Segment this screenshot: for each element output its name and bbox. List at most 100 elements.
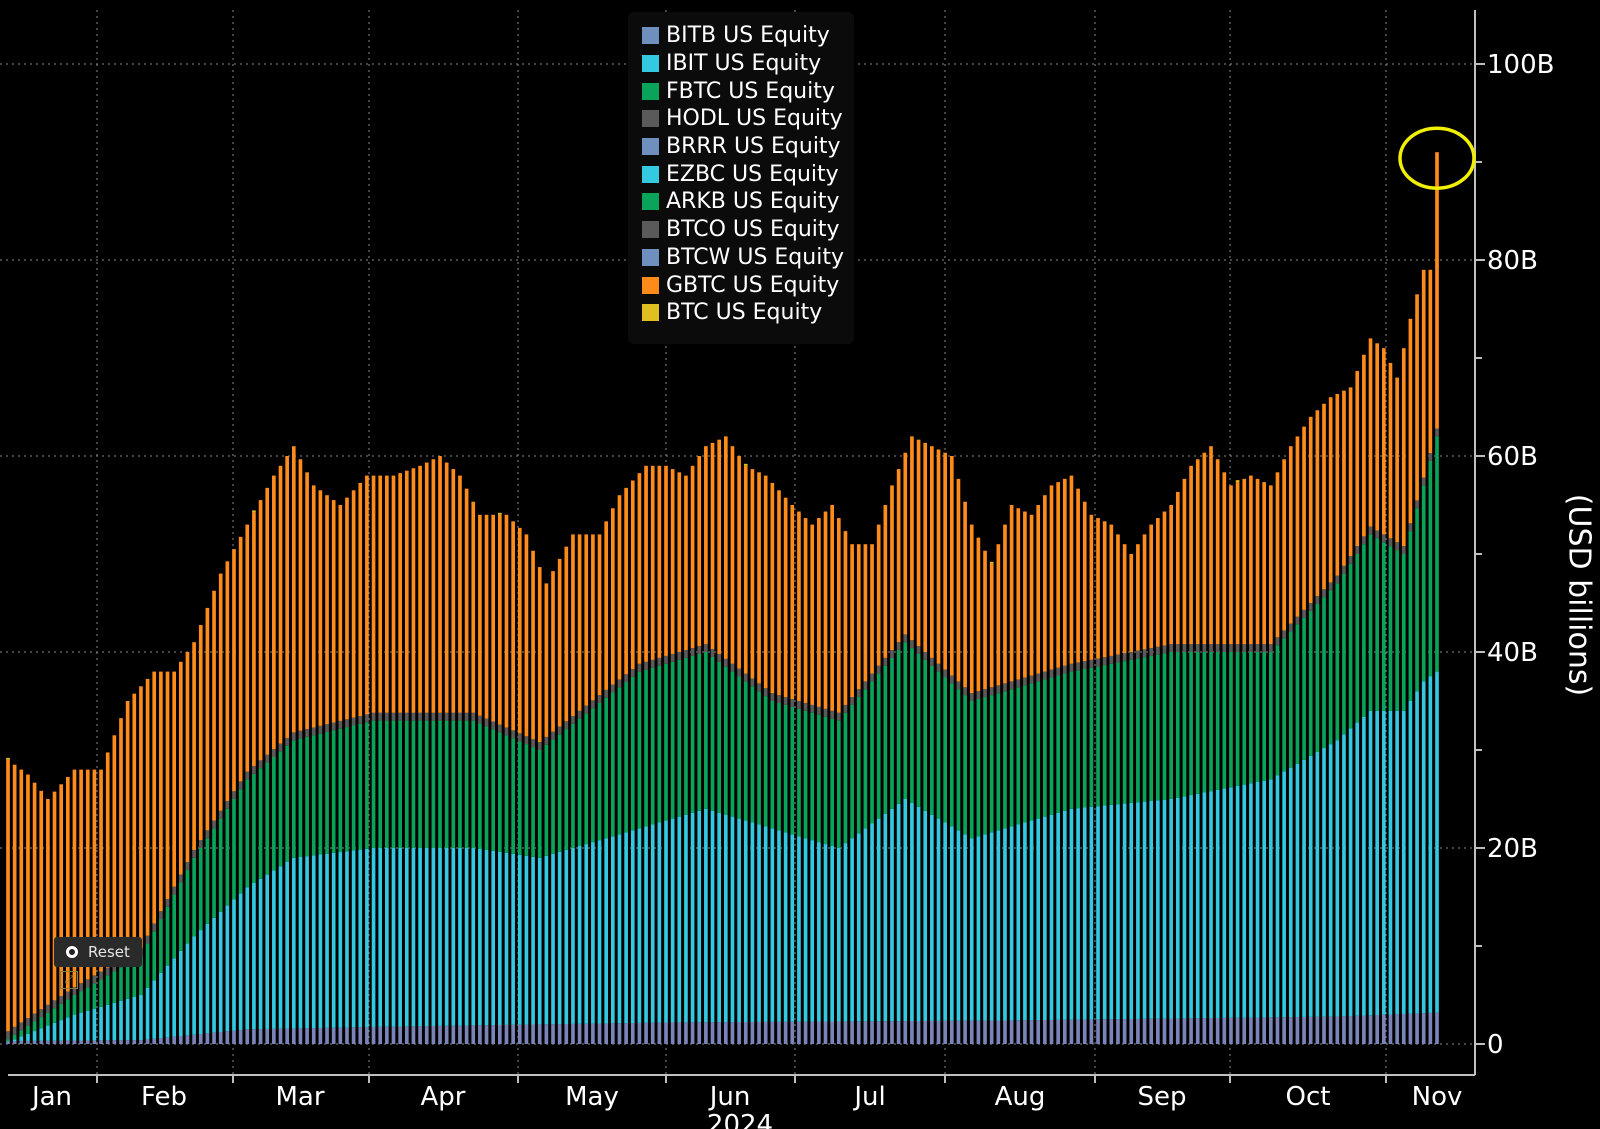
bar-day — [730, 446, 735, 1044]
x-axis-year-label: 2024 — [707, 1110, 773, 1129]
bar-segment — [418, 720, 422, 848]
bar-segment — [331, 852, 336, 1028]
bar-segment — [59, 1020, 63, 1041]
bar-segment — [471, 1025, 476, 1044]
bar-segment — [498, 514, 502, 725]
bar-segment — [577, 718, 582, 847]
bar-segment — [743, 463, 748, 466]
bar-day — [1169, 505, 1173, 1044]
bar-segment — [930, 446, 934, 658]
bar-segment — [1328, 397, 1333, 583]
legend-label: EZBC US Equity — [666, 161, 839, 187]
bar-segment — [185, 870, 190, 944]
bar-segment — [1388, 1014, 1393, 1044]
bar-segment — [504, 735, 509, 853]
bar-segment — [1043, 495, 1047, 672]
bar-day — [205, 607, 210, 1044]
bar-segment — [1209, 1018, 1213, 1044]
bar-segment — [1388, 538, 1393, 547]
legend-item-arkb[interactable]: ARKB US Equity — [642, 188, 854, 216]
bar-segment — [810, 1021, 815, 1044]
bar-segment — [205, 830, 210, 839]
legend-item-btc[interactable]: BTC US Equity — [642, 299, 854, 327]
bar-segment — [571, 716, 575, 724]
legend-item-fbtc[interactable]: FBTC US Equity — [642, 77, 854, 105]
bar-segment — [657, 822, 662, 1023]
bar-segment — [245, 1029, 250, 1044]
bar-segment — [1335, 1016, 1340, 1044]
bar-day — [737, 456, 741, 1044]
legend-item-hodl[interactable]: HODL US Equity — [642, 105, 854, 133]
bar-segment — [790, 1021, 795, 1044]
bar-segment — [1136, 658, 1140, 803]
bar-segment — [624, 832, 628, 1024]
bar-segment — [684, 657, 688, 815]
bar-segment — [1222, 644, 1227, 652]
bar-segment — [1368, 338, 1373, 527]
bar-segment — [1428, 453, 1433, 461]
bar-segment — [192, 1034, 196, 1044]
y-axis-title: (USD billions) — [1561, 493, 1597, 697]
bar-segment — [1302, 1016, 1306, 1044]
legend-item-bitb[interactable]: BITB US Equity — [642, 22, 854, 50]
bar-segment — [298, 738, 303, 857]
bar-segment — [318, 854, 323, 1028]
bar-segment — [684, 814, 688, 1023]
bar-segment — [291, 1028, 296, 1044]
bar-segment — [883, 813, 888, 1022]
bar-day — [557, 558, 562, 1044]
bar-segment — [185, 943, 190, 1036]
bar-segment — [1182, 652, 1187, 797]
legend-label: ARKB US Equity — [666, 189, 840, 215]
bar-segment — [345, 851, 349, 1028]
bar-day — [836, 518, 841, 1044]
bar-day — [1009, 505, 1014, 1044]
bar-segment — [517, 733, 522, 742]
bar-segment — [398, 720, 402, 848]
chart-tool-icon[interactable]: ⤢ — [60, 971, 78, 989]
bar-segment — [218, 911, 223, 1032]
bar-segment — [876, 818, 881, 1022]
bar-segment — [930, 1020, 934, 1044]
legend-item-ibit[interactable]: IBIT US Equity — [642, 50, 854, 78]
bar-segment — [491, 721, 496, 730]
legend-item-btco[interactable]: BTCO US Equity — [642, 216, 854, 244]
bar-segment — [358, 1027, 363, 1044]
bar-segment — [19, 769, 24, 1023]
bar-segment — [139, 686, 143, 948]
bar-segment — [1355, 546, 1360, 554]
bar-segment — [311, 1028, 316, 1044]
bar-segment — [810, 524, 815, 705]
bar-segment — [1335, 575, 1340, 584]
bar-segment — [1375, 538, 1380, 711]
bar-segment — [604, 521, 609, 690]
bar-segment — [896, 1021, 901, 1044]
legend-item-btcw[interactable]: BTCW US Equity — [642, 244, 854, 272]
bar-segment — [65, 999, 70, 1018]
bar-segment — [517, 854, 522, 1025]
legend-label: IBIT US Equity — [666, 51, 822, 77]
bar-day — [291, 446, 296, 1044]
legend-item-gbtc[interactable]: GBTC US Equity — [642, 271, 854, 299]
reset-button[interactable]: Reset — [54, 937, 142, 967]
legend-item-ezbc[interactable]: EZBC US Equity — [642, 160, 854, 188]
bar-segment — [1335, 393, 1340, 576]
bar-segment — [557, 726, 562, 735]
bar-day — [1049, 485, 1054, 1044]
bar-segment — [1029, 683, 1034, 821]
bar-segment — [1342, 390, 1346, 566]
bar-segment — [19, 1040, 24, 1044]
bar-segment — [79, 983, 83, 992]
bar-day — [145, 678, 150, 1044]
bar-segment — [39, 790, 44, 1010]
bar-segment — [311, 727, 316, 736]
bar-segment — [976, 537, 981, 692]
bar-segment — [597, 702, 602, 841]
bar-segment — [272, 475, 276, 750]
bar-segment — [6, 759, 10, 1032]
bar-segment — [850, 704, 854, 839]
bar-segment — [1156, 654, 1160, 801]
legend-item-brrr[interactable]: BRRR US Equity — [642, 133, 854, 161]
bar-segment — [165, 1037, 170, 1044]
bar-segment — [325, 1027, 329, 1044]
